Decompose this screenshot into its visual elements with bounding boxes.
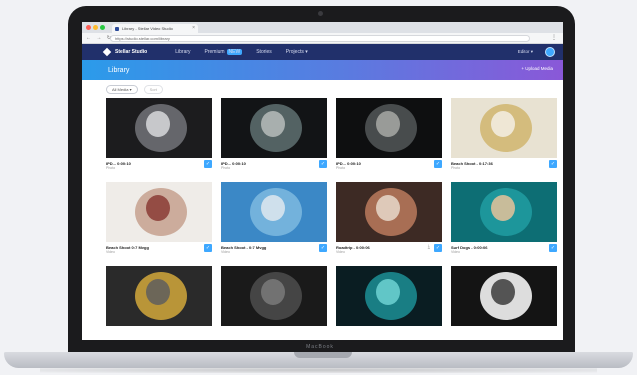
media-card[interactable]	[336, 266, 442, 326]
media-meta: Surf Dogs - 0:00:06 Video ✓	[451, 242, 557, 256]
media-card[interactable]: Roadtrip - 0:00:06 Video ✓ ⤓	[336, 182, 442, 256]
camera-icon	[318, 11, 323, 16]
download-icon[interactable]: ⤓	[428, 244, 430, 250]
media-type: Photo	[106, 166, 116, 170]
browser-tab[interactable]: Library - Stellar Video Studio ×	[112, 24, 198, 33]
select-checkbox-icon[interactable]: ✓	[319, 244, 327, 252]
select-checkbox-icon[interactable]: ✓	[204, 244, 212, 252]
media-meta: Roadtrip - 0:00:06 Video ✓ ⤓	[336, 242, 442, 256]
media-filter-dropdown[interactable]: All Media ▾	[106, 85, 138, 94]
browser-menu-icon[interactable]: ⋮	[551, 34, 557, 41]
media-card[interactable]	[106, 266, 212, 326]
media-meta: Beach Shoot - 0:17:36 Photo ✓	[451, 158, 557, 172]
header-right: Editor ▾	[518, 47, 555, 57]
browser-toolbar: ← → ↻ https://studio.stellar.com/library…	[82, 33, 563, 44]
media-thumbnail[interactable]	[221, 182, 327, 242]
media-thumbnail[interactable]	[221, 98, 327, 158]
app-logo[interactable]: Stellar Studio	[102, 47, 148, 57]
media-card[interactable]: IPD... 0:00:10 Photo ✓	[336, 98, 442, 172]
media-meta: Beach Shoot 0:7 Mvgg Video ✓	[106, 242, 212, 256]
browser-nav-buttons[interactable]: ← → ↻	[86, 35, 113, 41]
media-thumbnail[interactable]	[336, 182, 442, 242]
select-checkbox-icon[interactable]: ✓	[319, 160, 327, 168]
media-card[interactable]: Beach Shoot 0:7 Mvgg Video ✓	[106, 182, 212, 256]
media-card[interactable]: Beach Shoot - 0:7 Mvgg Video ✓	[221, 182, 327, 256]
filter-row: All Media ▾ Sort	[106, 85, 163, 94]
browser-tab-title: Library - Stellar Video Studio	[122, 26, 173, 31]
media-thumbnail[interactable]	[221, 266, 327, 326]
account-menu[interactable]: Editor ▾	[518, 49, 533, 55]
address-bar-url: https://studio.stellar.com/library	[115, 36, 170, 41]
media-thumbnail[interactable]	[336, 98, 442, 158]
media-meta: IPD... 0:00:10 Photo ✓	[221, 158, 327, 172]
media-type: Photo	[221, 166, 231, 170]
page-banner: Library + Upload Media	[82, 60, 563, 80]
select-checkbox-icon[interactable]: ✓	[434, 160, 442, 168]
media-type: Photo	[451, 166, 461, 170]
browser-tab-bar: Library - Stellar Video Studio ×	[82, 22, 563, 33]
media-type: Video	[451, 250, 460, 254]
select-checkbox-icon[interactable]: ✓	[204, 160, 212, 168]
page-title: Library	[108, 66, 130, 74]
media-thumbnail[interactable]	[451, 182, 557, 242]
select-checkbox-icon[interactable]: ✓	[549, 244, 557, 252]
tab-close-icon[interactable]: ×	[192, 25, 195, 31]
select-checkbox-icon[interactable]: ✓	[549, 160, 557, 168]
nav-item-premium-label: Premium	[204, 49, 225, 55]
media-card[interactable]	[221, 266, 327, 326]
media-card[interactable]: Beach Shoot - 0:17:36 Photo ✓	[451, 98, 557, 172]
media-thumbnail[interactable]	[106, 98, 212, 158]
media-card[interactable]	[451, 266, 557, 326]
media-card[interactable]: IPD... 0:00:10 Photo ✓	[221, 98, 327, 172]
media-type: Video	[221, 250, 230, 254]
media-meta: Beach Shoot - 0:7 Mvgg Video ✓	[221, 242, 327, 256]
laptop-screen: Library - Stellar Video Studio × ← → ↻ h…	[82, 22, 563, 340]
media-thumbnail[interactable]	[106, 266, 212, 326]
media-type: Video	[336, 250, 345, 254]
media-type: Photo	[336, 166, 346, 170]
sort-dropdown[interactable]: Sort	[143, 85, 163, 94]
media-meta: IPD... 0:00:10 Photo ✓	[106, 158, 212, 172]
minimize-window-icon[interactable]	[93, 25, 98, 30]
upload-media-button[interactable]: + Upload Media	[521, 66, 553, 71]
app-header: Stellar Studio Library Premium NEW Storie…	[82, 44, 563, 60]
address-bar[interactable]: https://studio.stellar.com/library	[110, 35, 530, 42]
laptop-notch	[294, 352, 352, 358]
window-controls	[86, 25, 105, 30]
media-thumbnail[interactable]	[451, 98, 557, 158]
select-checkbox-icon[interactable]: ✓	[434, 244, 442, 252]
avatar[interactable]	[545, 47, 555, 57]
media-meta: IPD... 0:00:10 Photo ✓	[336, 158, 442, 172]
logo-mark-icon	[102, 47, 112, 57]
media-type: Video	[106, 250, 115, 254]
new-badge: NEW	[226, 49, 243, 55]
nav-item-stories[interactable]: Stories	[256, 49, 272, 55]
laptop-brand: MacBook	[306, 344, 334, 350]
app-brand-name: Stellar Studio	[115, 49, 148, 55]
laptop-base	[4, 352, 633, 368]
media-card[interactable]: IPD... 0:00:10 Photo ✓	[106, 98, 212, 172]
media-thumbnail[interactable]	[451, 266, 557, 326]
media-thumbnail[interactable]	[336, 266, 442, 326]
nav-item-premium[interactable]: Premium NEW	[205, 49, 243, 55]
favicon-icon	[115, 26, 119, 31]
stage: Library - Stellar Video Studio × ← → ↻ h…	[0, 0, 637, 375]
main-nav: Library Premium NEW Stories Projects ▾	[175, 49, 308, 55]
media-card[interactable]: Surf Dogs - 0:00:06 Video ✓	[451, 182, 557, 256]
nav-item-library[interactable]: Library	[175, 49, 190, 55]
maximize-window-icon[interactable]	[100, 25, 105, 30]
media-thumbnail[interactable]	[106, 182, 212, 242]
close-window-icon[interactable]	[86, 25, 91, 30]
nav-item-projects[interactable]: Projects ▾	[286, 49, 308, 55]
